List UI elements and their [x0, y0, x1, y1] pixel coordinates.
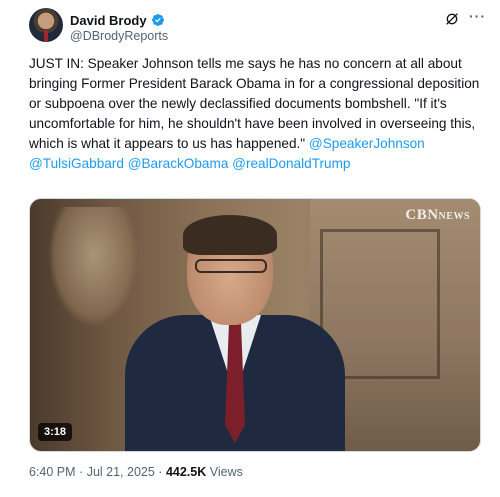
video-player[interactable]: CBNNEWS 3:18	[29, 198, 481, 452]
tweet-text: JUST IN: Speaker Johnson tells me says h…	[29, 54, 484, 174]
video-duration-badge: 3:18	[38, 423, 73, 441]
tweet-header: David Brody @DBrodyReports ···	[29, 8, 489, 50]
video-thumbnail-person	[125, 215, 345, 451]
meta-separator: ·	[79, 465, 84, 479]
mention-link[interactable]: @BarackObama	[128, 156, 229, 171]
mention-link[interactable]: @TulsiGabbard	[29, 156, 124, 171]
tweet-meta: 6:40 PM · Jul 21, 2025 · 442.5K Views	[29, 465, 243, 479]
post-date[interactable]: Jul 21, 2025	[87, 465, 155, 479]
author-handle[interactable]: @DBrodyReports	[70, 29, 168, 43]
mention-link[interactable]: @SpeakerJohnson	[309, 136, 425, 151]
verified-badge-icon	[151, 14, 164, 26]
author-display-name[interactable]: David Brody	[70, 13, 147, 28]
author-name-row[interactable]: David Brody	[70, 11, 165, 29]
post-time[interactable]: 6:40 PM	[29, 465, 76, 479]
avatar[interactable]	[29, 8, 63, 42]
views-count: 442.5K	[165, 465, 207, 479]
views-label: Views	[209, 465, 243, 479]
more-options-icon[interactable]: ···	[469, 8, 486, 24]
tweet: David Brody @DBrodyReports ··· JUST IN: …	[0, 0, 500, 497]
grok-icon[interactable]	[444, 11, 460, 27]
cbn-news-logo: CBNNEWS	[405, 207, 470, 223]
meta-separator: ·	[158, 465, 163, 479]
mention-link[interactable]: @realDonaldTrump	[232, 156, 350, 171]
